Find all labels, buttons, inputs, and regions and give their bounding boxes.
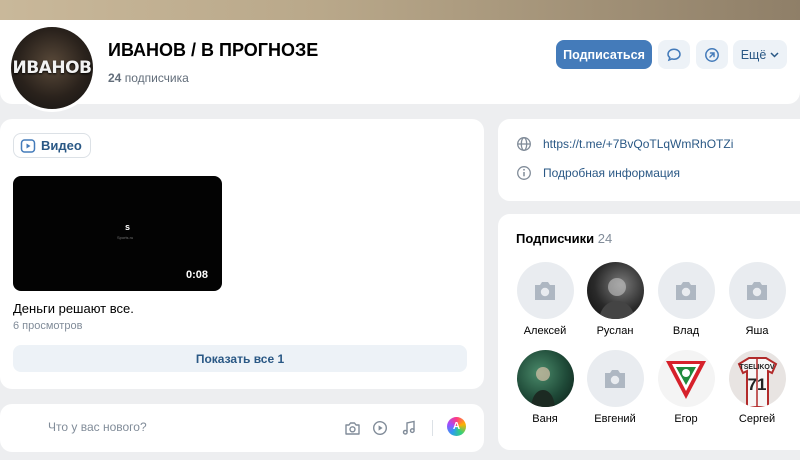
show-all-button[interactable]: Показать все 1 [13,345,467,372]
video-section: Видео s Sports.ru 0:08 Деньги решают все… [0,119,484,389]
music-note-icon [402,420,415,435]
avatar [516,350,574,407]
video-duration: 0:08 [185,269,208,281]
subscribers-label: подписчика [124,71,189,85]
subscribers-count: 24 [108,71,122,85]
person-photo-icon [530,367,555,407]
subscriber-name: Егор [674,413,698,425]
post-input[interactable]: Что у вас нового? [48,420,147,434]
video-views: 6 просмотров [13,320,83,332]
subscriber-item[interactable]: Ваня [513,350,577,425]
subscriber-item[interactable]: Егор [654,350,718,425]
camera-icon [344,421,360,435]
video-logo: s [125,222,131,232]
subscribers-title: Подписчики [516,231,595,246]
info-link-row[interactable]: https://t.me/+7BvQoTLqWmRhOTZi [516,136,733,152]
subscriber-item[interactable]: TSELIKOV 71 Сергей [725,350,789,425]
subscriber-item[interactable]: Влад [654,262,718,337]
subscriber-item[interactable]: Яша [725,262,789,337]
play-circle-icon [372,420,388,436]
share-icon [705,47,719,62]
avatar [657,350,715,407]
club-logo-icon [666,360,706,399]
avatar [586,350,644,407]
camera-placeholder-icon [747,281,767,300]
subscriber-item[interactable]: Евгений [583,350,647,425]
info-details-label[interactable]: Подробная информация [543,166,680,180]
subscriber-item[interactable]: Алексей [513,262,577,337]
page-title: ИВАНОВ / В ПРОГНОЗЕ [108,40,319,60]
subscriber-name: Влад [672,325,700,337]
photo-attach-button[interactable] [342,418,362,438]
avatar [516,262,574,319]
video-logo-caption: Sports.ru [117,235,134,240]
camera-placeholder-icon [605,369,625,388]
chevron-down-icon [770,51,779,58]
community-header: ИВАНОВ ИВАНОВ / В ПРОГНОЗЕ 24 подписчика… [0,20,800,112]
message-button[interactable] [658,40,690,69]
post-divider [432,420,433,436]
person-photo-icon [598,278,635,319]
info-section: https://t.me/+7BvQoTLqWmRhOTZi Подробная… [498,119,800,201]
subscribers-counter[interactable]: 24 подписчика [108,71,189,85]
camera-placeholder-icon [676,281,696,300]
video-attach-button[interactable] [370,418,390,438]
tab-video[interactable]: Видео [13,133,91,158]
subscriber-name: Сергей [738,413,776,425]
more-button[interactable]: Ещё [733,40,787,69]
avatar-text: ИВАНОВ [12,58,92,78]
globe-icon [517,137,531,151]
ai-assistant-icon[interactable]: A [447,417,466,436]
subscribers-heading[interactable]: Подписчики 24 [516,231,612,246]
subscribers-section: Подписчики 24 Алексей Руслан Влад Яша Ва… [498,214,800,450]
subscriber-name: Руслан [596,325,634,337]
tab-video-label: Видео [41,138,82,153]
subscriber-item[interactable]: Руслан [583,262,647,337]
avatar [657,262,715,319]
music-attach-button[interactable] [399,418,419,438]
video-title[interactable]: Деньги решают все. [13,301,134,316]
camera-placeholder-icon [535,281,555,300]
info-icon [517,166,531,180]
ai-assistant-glyph: A [452,421,461,432]
info-link[interactable]: https://t.me/+7BvQoTLqWmRhOTZi [543,137,733,151]
more-label: Ещё [740,47,767,62]
subscriber-name: Яша [745,325,769,337]
jersey-number: 71 [747,375,767,394]
post-composer: Что у вас нового? [0,404,484,452]
subscriber-name: Евгений [594,413,636,425]
community-avatar[interactable]: ИВАНОВ [8,24,96,112]
subscriber-name: Ваня [532,413,558,425]
subscriber-name: Алексей [523,325,567,337]
jersey-name: TSELIKOV [739,364,775,371]
subscribe-button[interactable]: Подписаться [556,40,652,69]
avatar [728,262,786,319]
info-details-row[interactable]: Подробная информация [516,165,680,181]
video-icon [20,138,36,153]
avatar [586,262,644,319]
subscribers-heading-count: 24 [597,231,613,246]
message-icon [667,47,681,61]
share-button[interactable] [696,40,728,69]
video-thumbnail[interactable]: s Sports.ru 0:08 [13,176,222,291]
avatar: TSELIKOV 71 [728,350,786,407]
